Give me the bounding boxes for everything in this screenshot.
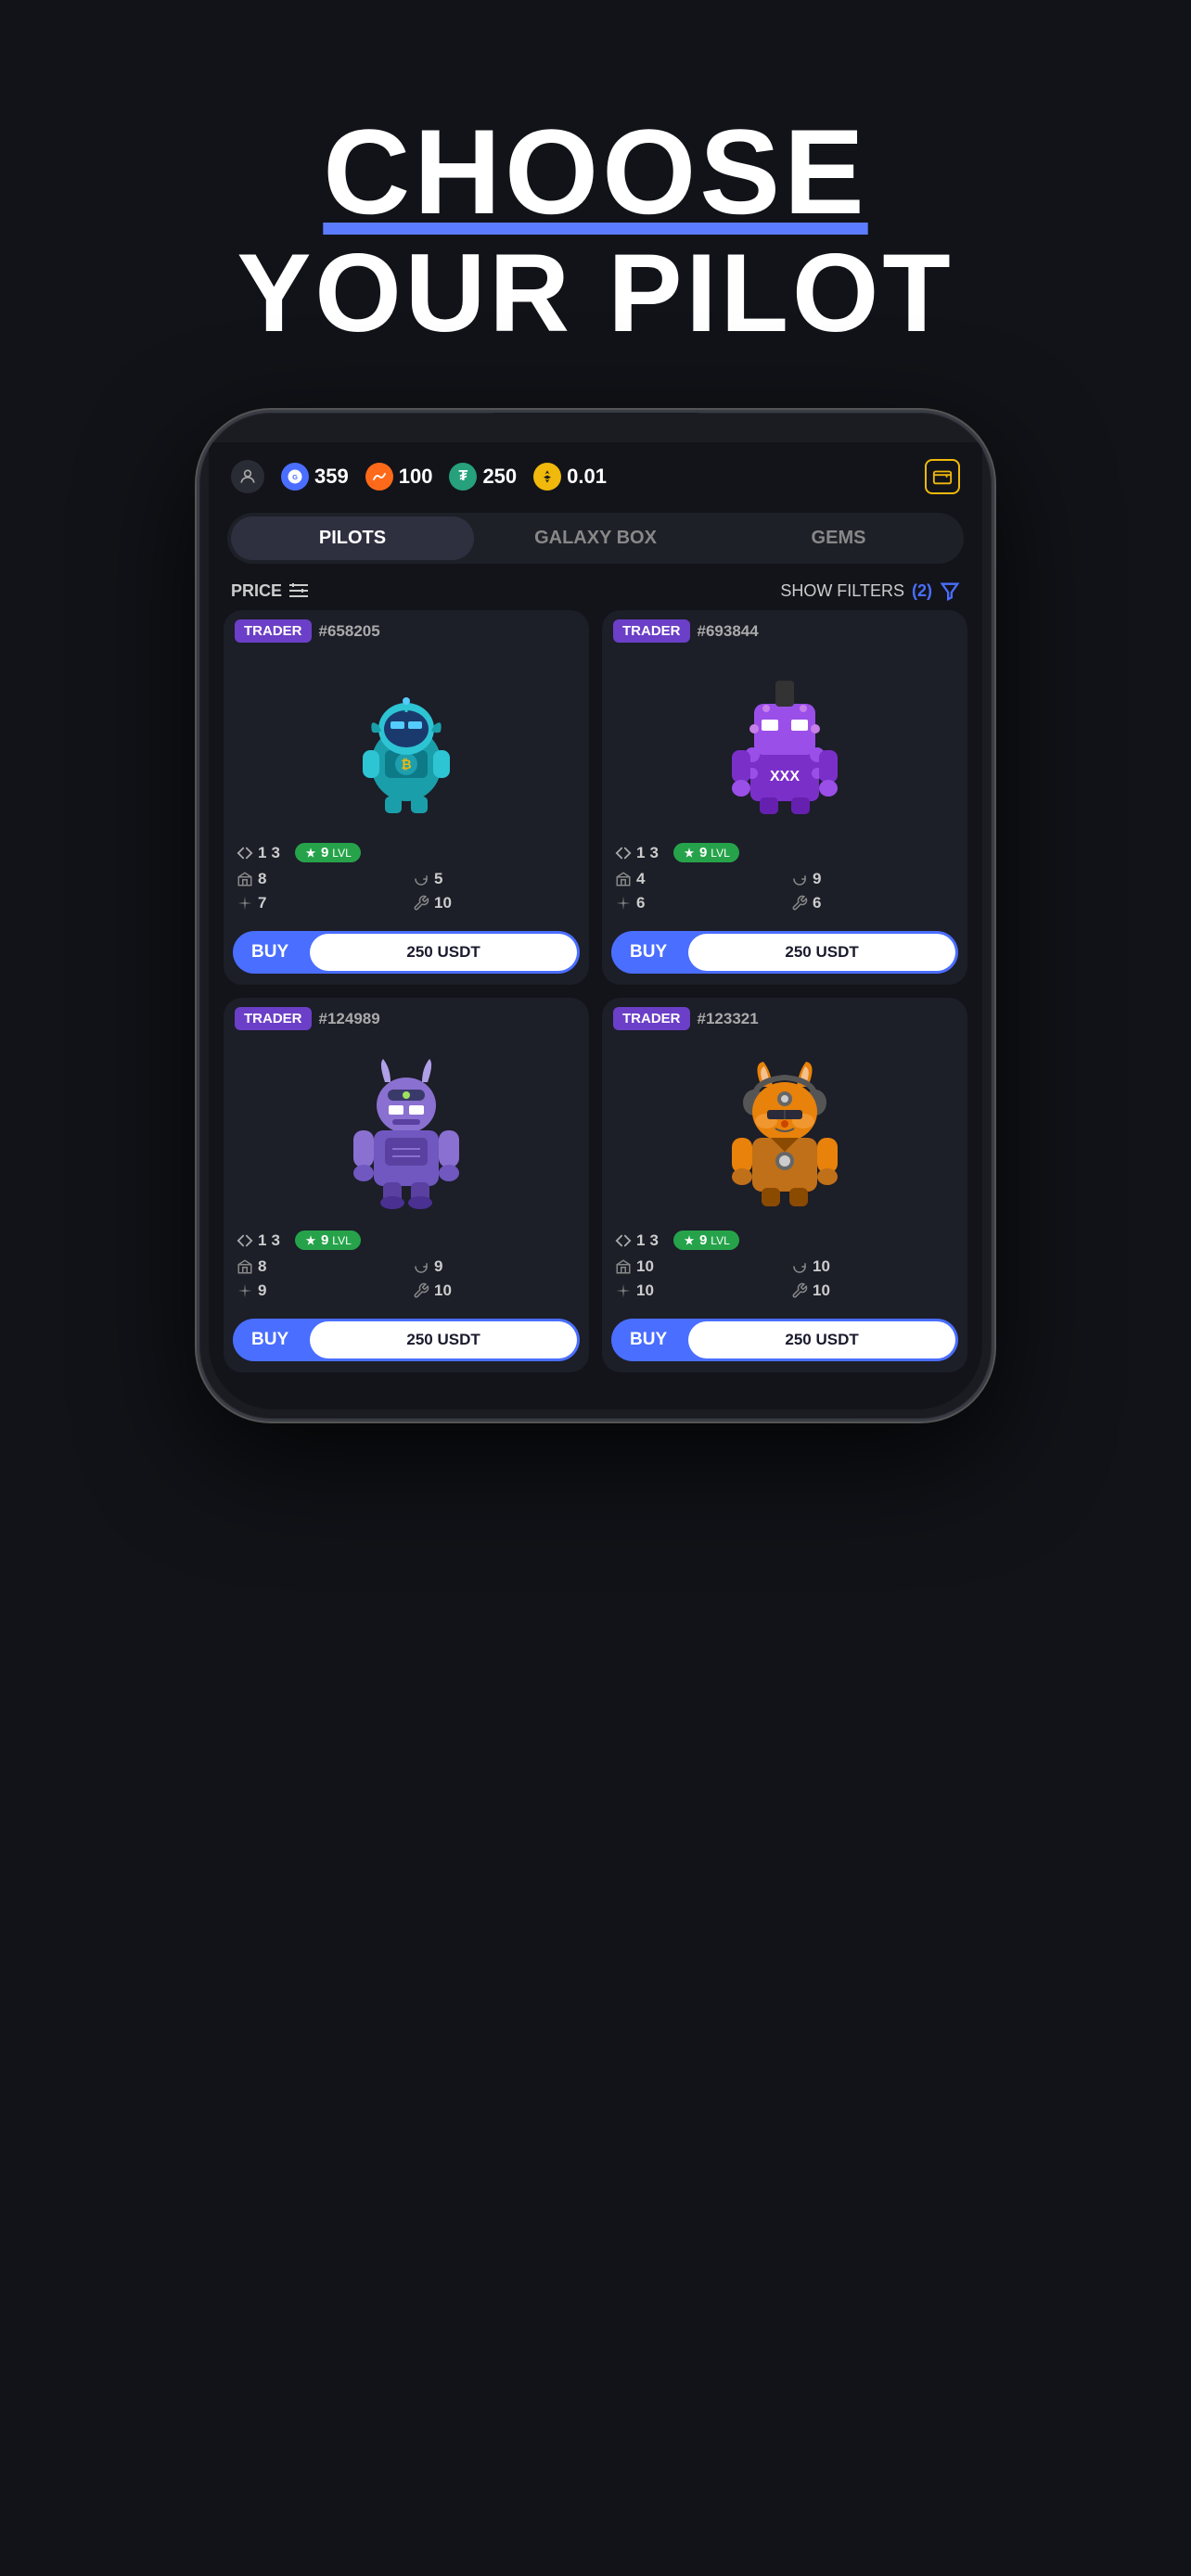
stat-grid-2: 4 9 6 6 bbox=[615, 870, 954, 912]
card-stats-2: 1 3 9 LVL 4 bbox=[602, 834, 967, 925]
wallet-icon[interactable] bbox=[925, 459, 960, 494]
card-type-badge-4: TRADER bbox=[613, 1007, 690, 1030]
stat-sparkle-2: 6 bbox=[615, 894, 778, 912]
card-id-2: #693844 bbox=[698, 622, 759, 641]
svg-text:G: G bbox=[292, 473, 298, 481]
buy-button-2[interactable]: BUY 250 USDT bbox=[611, 931, 958, 974]
card-id-1: #658205 bbox=[319, 622, 380, 641]
pilot-card-4: TRADER #123321 bbox=[602, 998, 967, 1372]
gf-token: G 359 bbox=[281, 463, 349, 491]
hero-section: CHOOSE YOUR PILOT bbox=[237, 0, 954, 354]
card-type-badge-1: TRADER bbox=[235, 619, 312, 643]
stat-cycles-4: 10 bbox=[791, 1257, 954, 1276]
stat-arrows-4: 1 3 bbox=[615, 1231, 659, 1250]
stat-buildings-2: 4 bbox=[615, 870, 778, 888]
phone-screen: G 359 100 ₮ bbox=[209, 442, 982, 1409]
card-header-2: TRADER #693844 bbox=[602, 610, 967, 648]
stat-buildings-4: 10 bbox=[615, 1257, 778, 1276]
stat-buildings-1: 8 bbox=[237, 870, 400, 888]
svg-text:₿: ₿ bbox=[401, 757, 411, 772]
buy-button-3[interactable]: BUY 250 USDT bbox=[233, 1319, 580, 1361]
card-stats-1: 1 3 9 LVL 8 bbox=[224, 834, 589, 925]
stat-wrench-1: 10 bbox=[413, 894, 576, 912]
stat-arrows-1: 1 3 bbox=[237, 844, 280, 862]
price-filter[interactable]: PRICE bbox=[231, 581, 308, 601]
gf-icon: G bbox=[281, 463, 309, 491]
card-image-1: ₿ bbox=[224, 648, 589, 834]
wallet-row: G 359 100 ₮ bbox=[209, 442, 982, 504]
filter-row: PRICE SHOW FILTERS (2) bbox=[209, 564, 982, 610]
pilots-grid: TRADER #658205 ₿ bbox=[209, 610, 982, 1372]
card-stats-4: 1 3 9 LVL 10 bbox=[602, 1221, 967, 1313]
level-badge-4: 9 LVL bbox=[673, 1231, 739, 1250]
card-type-badge-2: TRADER bbox=[613, 619, 690, 643]
stat-wrench-4: 10 bbox=[791, 1282, 954, 1300]
bnb-token: 0.01 bbox=[533, 463, 607, 491]
level-badge-2: 9 LVL bbox=[673, 843, 739, 862]
svg-text:XXX: XXX bbox=[770, 769, 800, 784]
stat-grid-1: 8 5 7 10 bbox=[237, 870, 576, 912]
card-header-1: TRADER #658205 bbox=[224, 610, 589, 648]
stat-sparkle-1: 7 bbox=[237, 894, 400, 912]
hero-choose: CHOOSE bbox=[237, 111, 954, 232]
stat-grid-3: 8 9 9 10 bbox=[237, 1257, 576, 1300]
card-image-4 bbox=[602, 1036, 967, 1221]
stat-wrench-2: 6 bbox=[791, 894, 954, 912]
tab-galaxy-box[interactable]: GALAXY BOX bbox=[474, 516, 717, 560]
tether-token: ₮ 250 bbox=[449, 463, 517, 491]
tab-pilots[interactable]: PILOTS bbox=[231, 516, 474, 560]
card-stats-3: 1 3 9 LVL 8 bbox=[224, 1221, 589, 1313]
user-icon[interactable] bbox=[231, 460, 264, 493]
phone-notch bbox=[493, 413, 698, 442]
tether-icon: ₮ bbox=[449, 463, 477, 491]
tabs-row: PILOTS GALAXY BOX GEMS bbox=[227, 513, 964, 564]
stat-sparkle-3: 9 bbox=[237, 1282, 400, 1300]
waves-icon bbox=[365, 463, 393, 491]
stat-arrows-2: 1 3 bbox=[615, 844, 659, 862]
hero-your-pilot: YOUR PILOT bbox=[237, 232, 954, 354]
card-image-2: XXX bbox=[602, 648, 967, 834]
buy-button-4[interactable]: BUY 250 USDT bbox=[611, 1319, 958, 1361]
pilot-card-3: TRADER #124989 bbox=[224, 998, 589, 1372]
stat-sparkle-4: 10 bbox=[615, 1282, 778, 1300]
phone-wrapper: G 359 100 ₮ bbox=[197, 410, 994, 1422]
bnb-icon bbox=[533, 463, 561, 491]
pilot-card-2: TRADER #693844 XXX bbox=[602, 610, 967, 985]
level-badge-3: 9 LVL bbox=[295, 1231, 361, 1250]
stat-cycles-2: 9 bbox=[791, 870, 954, 888]
buy-button-1[interactable]: BUY 250 USDT bbox=[233, 931, 580, 974]
stat-cycles-3: 9 bbox=[413, 1257, 576, 1276]
tab-gems[interactable]: GEMS bbox=[717, 516, 960, 560]
card-id-3: #124989 bbox=[319, 1010, 380, 1028]
stat-arrows-3: 1 3 bbox=[237, 1231, 280, 1250]
stat-cycles-1: 5 bbox=[413, 870, 576, 888]
phone-frame: G 359 100 ₮ bbox=[197, 410, 994, 1422]
waves-token: 100 bbox=[365, 463, 433, 491]
card-type-badge-3: TRADER bbox=[235, 1007, 312, 1030]
card-image-3 bbox=[224, 1036, 589, 1221]
card-id-4: #123321 bbox=[698, 1010, 759, 1028]
stat-buildings-3: 8 bbox=[237, 1257, 400, 1276]
card-header-4: TRADER #123321 bbox=[602, 998, 967, 1036]
show-filters-button[interactable]: SHOW FILTERS (2) bbox=[780, 580, 960, 601]
level-badge-1: 9 LVL bbox=[295, 843, 361, 862]
card-header-3: TRADER #124989 bbox=[224, 998, 589, 1036]
stat-grid-4: 10 10 10 10 bbox=[615, 1257, 954, 1300]
pilot-card-1: TRADER #658205 ₿ bbox=[224, 610, 589, 985]
stat-wrench-3: 10 bbox=[413, 1282, 576, 1300]
